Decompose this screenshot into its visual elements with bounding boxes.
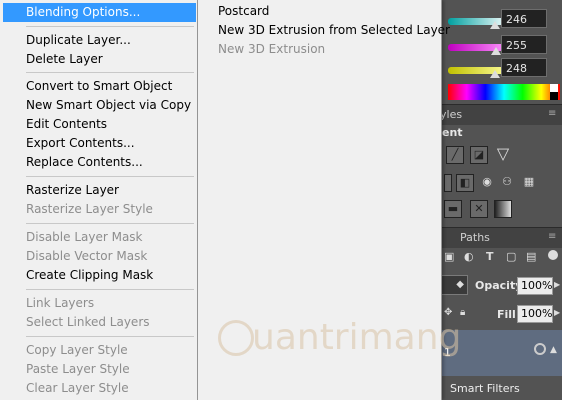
slider-thumb-icon[interactable] [491, 47, 501, 55]
hue-icon[interactable] [444, 174, 452, 192]
channel-mixer-icon[interactable]: ⚇ [498, 174, 516, 192]
tab-styles[interactable]: yles [440, 105, 462, 125]
threshold-icon[interactable]: ✕ [470, 200, 488, 218]
panel-menu-icon[interactable]: ≡ [548, 231, 558, 243]
filter-shape-icon[interactable]: ▢ [506, 250, 516, 263]
blend-mode-dropdown[interactable]: ◆ [440, 275, 468, 295]
menu-item-clear-layer-style: Clear Layer Style [26, 381, 129, 395]
menu-separator [26, 336, 194, 337]
filter-toggle-icon[interactable] [548, 250, 558, 260]
adjustments-title: ent [442, 126, 463, 139]
gradient-map-icon[interactable]: ▽ [494, 146, 512, 164]
expand-arrow-icon[interactable]: ▲ [550, 345, 557, 355]
filter-pixel-icon[interactable]: ▣ [444, 250, 454, 263]
menu-separator [26, 176, 194, 177]
color-slider-row-3[interactable]: 248 [440, 58, 562, 78]
layer-context-menu: Blending Options... Duplicate Layer... D… [0, 0, 198, 400]
watermark-logo-icon [218, 320, 254, 356]
watermark: uantrimang [218, 318, 461, 368]
menu-item-edit-contents[interactable]: Edit Contents [0, 115, 197, 134]
fill-arrow-icon[interactable]: ▶ [554, 308, 562, 317]
menu-item-replace-contents[interactable]: Replace Contents... [0, 153, 197, 172]
gradient-icon[interactable] [494, 200, 512, 218]
exposure-icon[interactable]: ◪ [470, 146, 488, 164]
filter-smart-icon[interactable]: ▤ [526, 250, 536, 263]
opacity-input[interactable]: 100% [517, 277, 553, 295]
menu-item-delete-layer[interactable]: Delete Layer [0, 50, 197, 69]
tab-paths[interactable]: Paths [460, 228, 490, 248]
menu-item-new-smart-object-copy[interactable]: New Smart Object via Copy [0, 96, 197, 115]
menu-item-rasterize-layer[interactable]: Rasterize Layer [0, 181, 197, 200]
menu-item-disable-vector-mask: Disable Vector Mask [26, 249, 148, 263]
menu-separator [26, 289, 194, 290]
smart-filters-label: Smart Filters [450, 382, 520, 395]
menu-item-link-layers: Link Layers [26, 296, 95, 310]
menu-item-duplicate-layer[interactable]: Duplicate Layer... [0, 31, 197, 50]
menu-item-export-contents[interactable]: Export Contents... [0, 134, 197, 153]
layers-tabbar: Paths ≡ [440, 227, 562, 248]
smart-filters-row[interactable]: Smart Filters [440, 376, 562, 400]
panel-menu-icon[interactable]: ≡ [548, 108, 558, 120]
menu-item-blending-options[interactable]: Blending Options... [3, 3, 196, 22]
white-swatch[interactable] [550, 84, 558, 92]
black-swatch[interactable] [550, 92, 558, 100]
opacity-arrow-icon[interactable]: ▶ [554, 280, 562, 289]
menu-item-copy-layer-style: Copy Layer Style [26, 343, 128, 357]
color-spectrum-bar[interactable] [448, 84, 560, 100]
color-balance-icon[interactable]: ◧ [456, 174, 474, 192]
menu-item-create-clipping-mask[interactable]: Create Clipping Mask [0, 266, 197, 285]
menu-item-disable-layer-mask: Disable Layer Mask [26, 230, 143, 244]
camera-icon[interactable]: ◉ [478, 174, 496, 192]
submenu-item-postcard[interactable]: Postcard [198, 2, 441, 21]
curves-icon[interactable]: ╱ [446, 146, 464, 164]
color-value-2[interactable]: 255 [501, 35, 547, 54]
color-slider-row-2[interactable]: 255 [440, 35, 562, 55]
color-slider-row-1[interactable]: 246 [440, 9, 562, 29]
color-value-3[interactable]: 248 [501, 58, 547, 77]
posterize-icon[interactable]: ▬ [444, 200, 462, 218]
styles-tabbar: yles ≡ [440, 104, 562, 125]
submenu-item-3d-extrusion-selected[interactable]: New 3D Extrusion from Selected Layer [198, 21, 450, 40]
filter-adjust-icon[interactable]: ◐ [464, 250, 474, 263]
fill-input[interactable]: 100% [517, 305, 553, 323]
smart-object-icon[interactable] [534, 343, 546, 355]
menu-item-convert-smart-object[interactable]: Convert to Smart Object [0, 77, 197, 96]
submenu-item-3d-extrusion: New 3D Extrusion [218, 42, 326, 56]
menu-item-select-linked-layers: Select Linked Layers [26, 315, 150, 329]
menu-separator [26, 223, 194, 224]
menu-item-rasterize-layer-style: Rasterize Layer Style [26, 202, 153, 216]
menu-item-paste-layer-style: Paste Layer Style [26, 362, 130, 376]
menu-separator [26, 72, 194, 73]
slider-thumb-icon[interactable] [490, 21, 500, 29]
color-lookup-icon[interactable]: ▦ [520, 174, 538, 192]
menu-separator [26, 26, 194, 27]
filter-type-icon[interactable]: T [486, 250, 494, 263]
slider-thumb-icon[interactable] [490, 70, 500, 78]
color-value-1[interactable]: 246 [501, 9, 547, 28]
watermark-text: uantrimang [252, 317, 462, 358]
